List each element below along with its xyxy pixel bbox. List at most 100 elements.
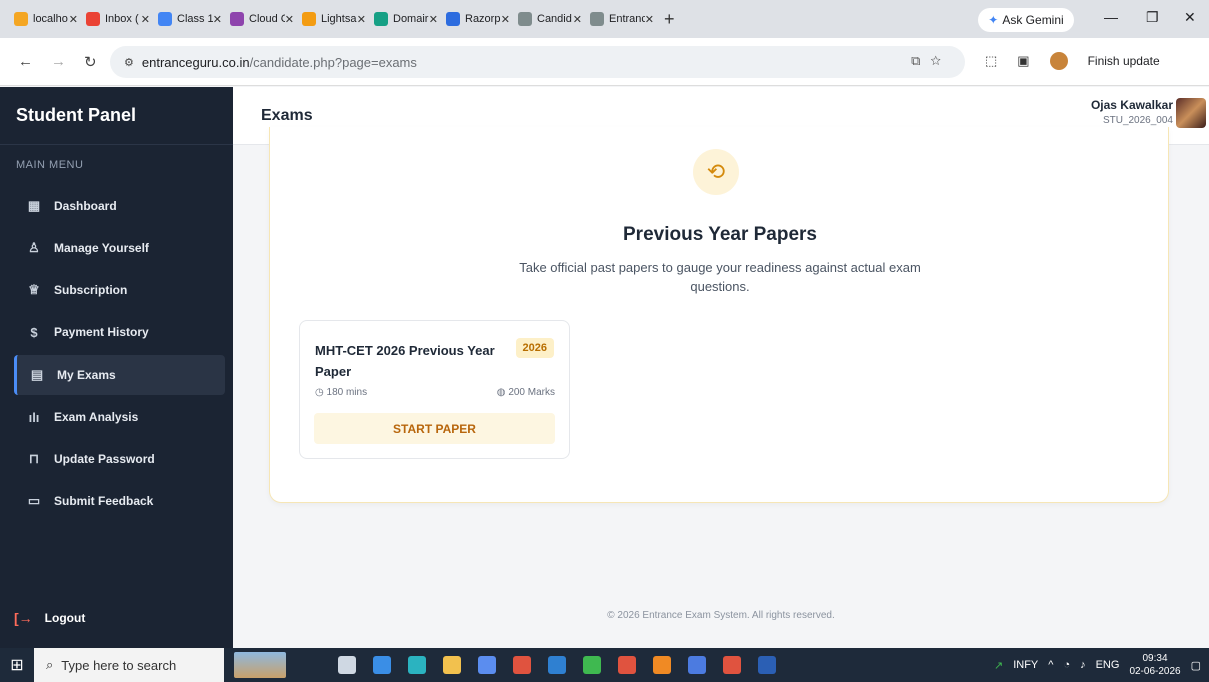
url-input[interactable]: ⚙ entranceguru.co.in/candidate.php?page=… [110, 46, 965, 78]
app-icon[interactable] [688, 656, 706, 674]
task-view-icon[interactable] [338, 656, 356, 674]
tab-favicon-icon [446, 12, 460, 26]
sidebar-item-payment-history[interactable]: $ Payment History [14, 312, 225, 352]
reload-icon[interactable]: ↻ [84, 53, 97, 71]
notification-icon[interactable]: ▢ [1191, 659, 1201, 672]
url-host: entranceguru.co.in [141, 54, 250, 70]
tab-favicon-icon [230, 12, 244, 26]
back-icon[interactable]: ← [18, 53, 33, 70]
sidebar-item-exam-analysis[interactable]: ılı Exam Analysis [14, 397, 225, 437]
sidebar-item-update-password[interactable]: ⊓ Update Password [14, 439, 225, 479]
stock-trend-icon[interactable]: ↗ [994, 659, 1003, 672]
xampp-icon[interactable] [653, 656, 671, 674]
browser-tab[interactable]: Lightsa ✕ [298, 6, 370, 32]
lock-icon: ⊓ [28, 451, 40, 466]
taskbar-search-input[interactable]: ⌕ Type here to search [34, 648, 224, 682]
reading-list-icon[interactable]: ▣ [1017, 53, 1029, 69]
whatsapp-icon[interactable] [583, 656, 601, 674]
extensions-icon[interactable]: ⬚ [985, 53, 997, 69]
browser-tab-active[interactable]: Entranc ✕ [586, 6, 658, 32]
close-icon[interactable]: ✕ [645, 13, 654, 26]
close-icon[interactable]: ✕ [69, 13, 78, 26]
volume-icon[interactable]: ♪ [1080, 659, 1086, 671]
tab-title: Candid [537, 13, 572, 25]
chrome-icon[interactable] [513, 656, 531, 674]
sidebar-item-label: Subscription [54, 283, 128, 297]
close-icon[interactable]: ✕ [573, 13, 582, 26]
minimize-icon[interactable]: — [1104, 9, 1118, 25]
language-indicator[interactable]: ENG [1096, 659, 1120, 671]
message-icon: ▭ [27, 493, 41, 508]
close-icon[interactable]: ✕ [213, 13, 222, 26]
marks-text: 200 Marks [508, 387, 555, 398]
browser-tab[interactable]: Inbox (✕ [82, 6, 154, 32]
sidebar-item-dashboard[interactable]: ▦ Dashboard [14, 186, 225, 226]
chrome-alt-icon[interactable] [723, 656, 741, 674]
footer-copyright: © 2026 Entrance Exam System. All rights … [607, 610, 835, 621]
taskbar: ⊞ ⌕ Type here to search ↗ INFY ^ ◔ ♪ ENG … [0, 648, 1209, 682]
section-title: Previous Year Papers [623, 224, 817, 245]
logout-button[interactable]: [→ Logout [14, 610, 85, 626]
receipt-icon: $ [30, 324, 38, 340]
store-icon[interactable] [478, 656, 496, 674]
browser-tab[interactable]: Razorp ✕ [442, 6, 514, 32]
chrome-profile-icon[interactable] [618, 656, 636, 674]
tab-favicon-icon [158, 12, 172, 26]
close-icon[interactable]: ✕ [357, 13, 366, 26]
browser-tab[interactable]: Domair ✕ [370, 6, 442, 32]
user-id: STU_2026_004 [1102, 115, 1173, 126]
clock[interactable]: 09:34 02-06-2026 [1129, 652, 1180, 678]
previous-papers-card: ⟲ Previous Year Papers Take official pas… [269, 127, 1169, 503]
forward-icon[interactable]: → [51, 53, 66, 70]
sidebar-item-label: Exam Analysis [54, 410, 139, 424]
browser-tab[interactable]: Class 1: ✕ [154, 6, 226, 32]
close-icon[interactable]: ✕ [501, 13, 510, 26]
copilot-icon[interactable] [373, 656, 391, 674]
network-icon[interactable]: ◔ [1063, 659, 1070, 671]
install-app-icon[interactable]: ⧉ [911, 53, 930, 68]
tab-favicon-icon [518, 12, 532, 26]
close-icon[interactable]: ✕ [141, 13, 150, 26]
tab-favicon-icon [86, 12, 100, 26]
word-icon[interactable] [758, 656, 776, 674]
url-path: /candidate.php?page=exams [249, 54, 417, 70]
year-badge: 2026 [515, 338, 554, 358]
browser-tab[interactable]: Candid ✕ [514, 6, 586, 32]
sidebar-title: Student Panel [0, 87, 233, 145]
bookmark-star-icon[interactable]: ☆ [930, 53, 951, 68]
sidebar-item-subscription[interactable]: ♕ Subscription [14, 270, 225, 310]
bar-chart-icon: ılı [28, 409, 40, 425]
system-tray: ↗ INFY ^ ◔ ♪ ENG 09:34 02-06-2026 ▢ [994, 648, 1201, 682]
start-paper-button[interactable]: START PAPER [314, 413, 555, 444]
close-icon[interactable]: ✕ [429, 13, 438, 26]
main-menu-label: MAIN MENU [16, 159, 84, 171]
avatar[interactable] [1176, 98, 1206, 128]
tab-favicon-icon [374, 12, 388, 26]
windows-start-icon[interactable]: ⊞ [0, 655, 34, 675]
browser-tab[interactable]: localho ✕ [10, 6, 82, 32]
profile-avatar[interactable] [1049, 52, 1068, 70]
vscode-icon[interactable] [548, 656, 566, 674]
file-explorer-icon[interactable] [443, 656, 461, 674]
page-title: Exams [261, 106, 313, 124]
new-tab-icon[interactable]: + [664, 9, 675, 30]
sidebar-item-manage-yourself[interactable]: ♙ Manage Yourself [14, 228, 225, 268]
search-highlight-image[interactable] [234, 652, 286, 678]
browser-tab[interactable]: Cloud C ✕ [226, 6, 298, 32]
sidebar-item-submit-feedback[interactable]: ▭ Submit Feedback [14, 481, 225, 521]
edge-icon[interactable] [408, 656, 426, 674]
tab-title: Inbox ( [105, 13, 139, 25]
tab-title: Class 1: [177, 13, 213, 25]
sidebar-item-label: My Exams [57, 368, 116, 382]
tab-title: Domair [393, 13, 429, 25]
chevron-up-icon[interactable]: ^ [1048, 659, 1053, 671]
ask-gemini-button[interactable]: ✦ Ask Gemini [978, 8, 1074, 32]
close-window-icon[interactable]: ✕ [1184, 9, 1196, 26]
finish-update-button[interactable]: Finish update [1088, 54, 1160, 68]
stock-ticker[interactable]: INFY [1013, 659, 1038, 671]
sidebar-item-my-exams[interactable]: ▤ My Exams [14, 355, 225, 395]
duration-text: 180 mins [326, 387, 368, 398]
close-icon[interactable]: ✕ [285, 13, 294, 26]
site-settings-icon[interactable]: ⚙ [124, 56, 134, 69]
restore-icon[interactable]: ❐ [1146, 9, 1159, 26]
